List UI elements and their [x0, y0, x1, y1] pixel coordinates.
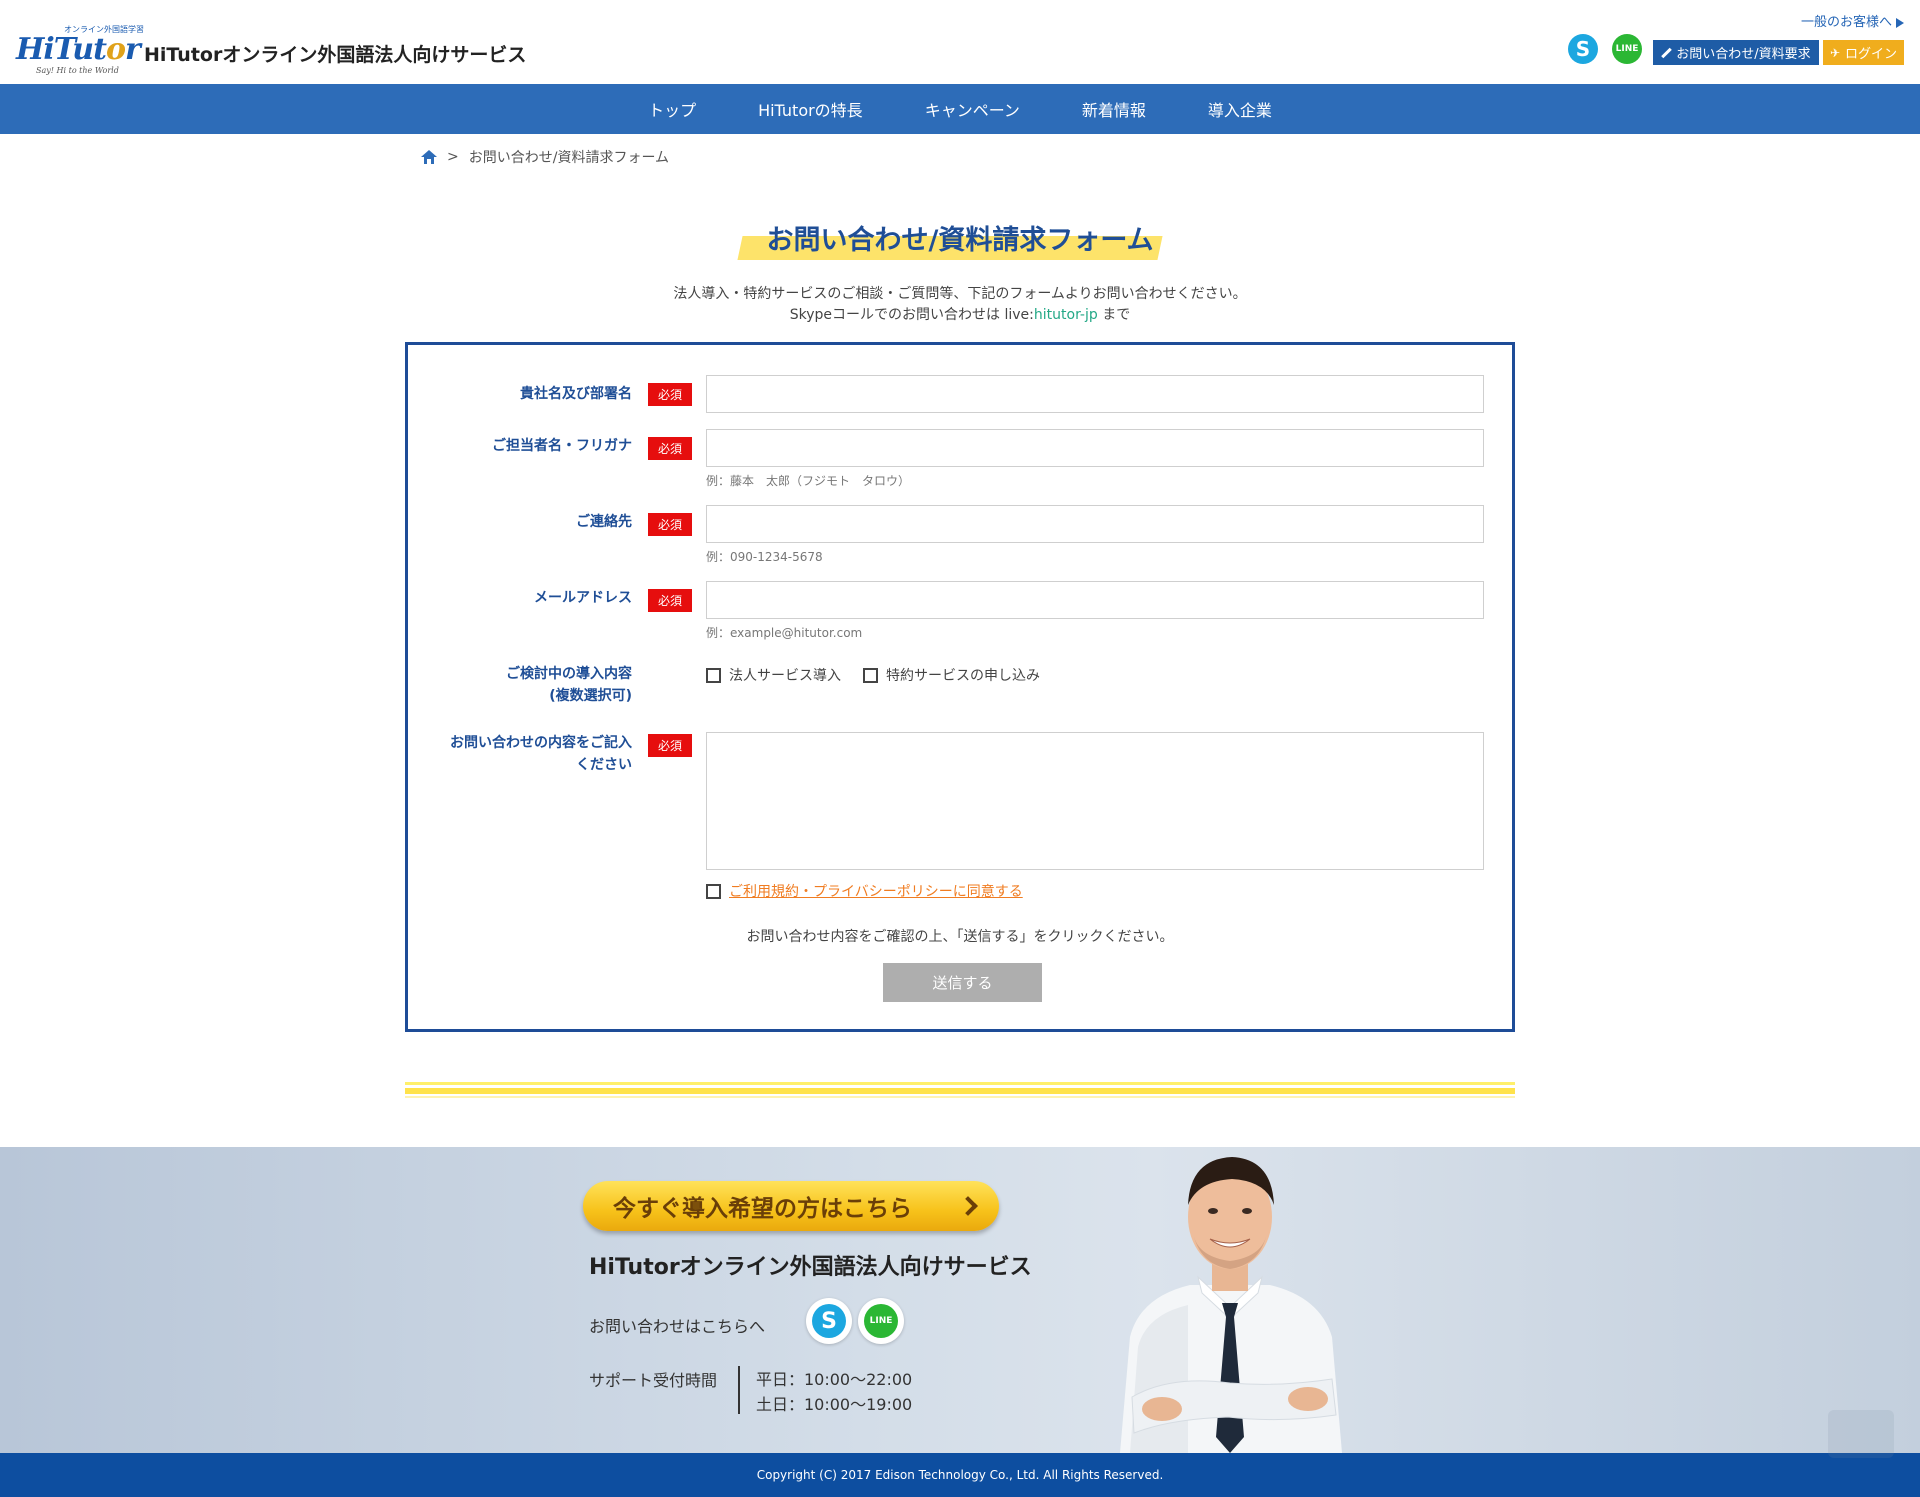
- login-button-label: ログイン: [1845, 47, 1898, 62]
- breadcrumb: > お問い合わせ/資料請求フォーム: [421, 147, 669, 167]
- home-icon[interactable]: [421, 150, 437, 164]
- contact-request-button[interactable]: お問い合わせ/資料要求: [1653, 40, 1819, 65]
- weekday-hours: 平日：10:00～22:00: [756, 1370, 913, 1389]
- nav-item-features[interactable]: HiTutorの特長: [727, 97, 894, 121]
- chevron-right-icon: [961, 1196, 975, 1214]
- page-title-area: お問い合わせ/資料請求フォーム: [0, 214, 1920, 264]
- nav-item-campaign[interactable]: キャンペーン: [894, 97, 1051, 121]
- logo-subtext: Say! Hi to the World: [36, 66, 119, 75]
- required-badge: 必須: [648, 513, 692, 536]
- corporate-checkbox[interactable]: [706, 667, 721, 683]
- site-header: オンライン外国語学習 HiTutor Say! Hi to the World …: [0, 0, 1920, 84]
- general-customer-link[interactable]: 一般のお客様へ: [1801, 11, 1904, 30]
- email-input[interactable]: [706, 581, 1484, 619]
- phone-input[interactable]: [706, 505, 1484, 543]
- scroll-to-top-button[interactable]: [1828, 1410, 1894, 1458]
- confirm-text: お問い合わせ内容をご確認の上、「送信する」をクリックください。: [746, 929, 1174, 945]
- skype-id-link[interactable]: hitutor-jp: [1034, 307, 1098, 323]
- line-icon[interactable]: LINE: [1612, 34, 1642, 64]
- company-label: 貴社名及び部署名: [520, 386, 632, 402]
- hitutor-logo[interactable]: オンライン外国語学習 HiTutor Say! Hi to the World: [14, 24, 144, 82]
- plane-icon: ✈: [1829, 45, 1841, 60]
- pencil-icon: [1661, 48, 1671, 58]
- banner-contact-text: お問い合わせはこちらへ: [589, 1317, 766, 1336]
- contact-form: 貴社名及び部署名 必須 ご担当者名・フリガナ 必須 例：藤本 太郎（フジモト タ…: [405, 342, 1515, 1032]
- submit-button[interactable]: 送信する: [883, 963, 1042, 1002]
- agree-row[interactable]: ご利用規約・プライバシーポリシーに同意する: [706, 881, 1023, 901]
- breadcrumb-separator: >: [447, 149, 459, 165]
- company-input[interactable]: [706, 375, 1484, 413]
- support-hours-label: サポート受付時間: [589, 1371, 718, 1390]
- agree-checkbox[interactable]: [706, 883, 721, 899]
- name-label: ご担当者名・フリガナ: [492, 438, 632, 454]
- apply-now-label: 今すぐ導入希望の方はこちら: [613, 1196, 912, 1222]
- lead-line-1: 法人導入・特約サービスのご相談・ご質問等、下記のフォームよりお問い合わせください…: [673, 286, 1247, 302]
- required-badge: 必須: [648, 734, 692, 757]
- copyright-text: Copyright (C) 2017 Edison Technology Co.…: [756, 1468, 1164, 1482]
- interest-label: ご検討中の導入内容 (複数選択可): [506, 666, 632, 704]
- required-badge: 必須: [648, 437, 692, 460]
- interest-options: 法人サービス導入 特約サービスの申し込み: [706, 665, 1054, 685]
- nav-item-top[interactable]: トップ: [617, 97, 727, 121]
- copyright-bar: Copyright (C) 2017 Edison Technology Co.…: [0, 1453, 1920, 1497]
- banner-title: HiTutorオンライン外国語法人向けサービス: [589, 1255, 1032, 1280]
- lead-text: 法人導入・特約サービスのご相談・ご質問等、下記のフォームよりお問い合わせください…: [0, 284, 1920, 326]
- support-hours: 平日：10:00～22:00 土日：10:00～19:00: [756, 1367, 912, 1417]
- triangle-right-icon: [1896, 17, 1904, 28]
- message-textarea[interactable]: [706, 732, 1484, 870]
- required-badge: 必須: [648, 589, 692, 612]
- breadcrumb-current: お問い合わせ/資料請求フォーム: [468, 150, 670, 166]
- support-separator: [738, 1366, 740, 1414]
- line-icon[interactable]: LINE: [858, 1298, 904, 1344]
- yellow-divider: [405, 1082, 1515, 1098]
- login-button[interactable]: ✈ ログイン: [1823, 40, 1904, 65]
- nav-item-news[interactable]: 新着情報: [1051, 97, 1177, 121]
- name-input[interactable]: [706, 429, 1484, 467]
- option-special[interactable]: 特約サービスの申し込み: [863, 665, 1040, 685]
- weekend-hours: 土日：10:00～19:00: [756, 1395, 913, 1414]
- phone-hint: 例：090-1234-5678: [706, 550, 823, 564]
- option-corporate[interactable]: 法人サービス導入: [706, 665, 841, 685]
- apply-now-button[interactable]: 今すぐ導入希望の方はこちら: [583, 1181, 999, 1231]
- logo-wordmark: HiTutor: [16, 32, 141, 67]
- contact-button-label: お問い合わせ/資料要求: [1676, 47, 1811, 62]
- special-checkbox[interactable]: [863, 667, 878, 683]
- email-label: メールアドレス: [534, 590, 632, 606]
- nav-item-companies[interactable]: 導入企業: [1177, 97, 1303, 121]
- businessman-image: [1120, 1157, 1342, 1453]
- required-badge: 必須: [648, 383, 692, 406]
- general-link-label: 一般のお客様へ: [1800, 15, 1892, 30]
- main-nav: トップ HiTutorの特長 キャンペーン 新着情報 導入企業: [0, 84, 1920, 134]
- name-hint: 例：藤本 太郎（フジモト タロウ）: [706, 474, 911, 488]
- lead-line-2: Skypeコールでのお問い合わせは live:hitutor-jp まで: [789, 307, 1131, 323]
- message-label: お問い合わせの内容をご記入 ください: [450, 735, 632, 773]
- phone-label: ご連絡先: [576, 514, 632, 530]
- page-title: お問い合わせ/資料請求フォーム: [766, 225, 1154, 256]
- special-option-label: 特約サービスの申し込み: [886, 668, 1040, 684]
- site-title: HiTutorオンライン外国語法人向けサービス: [144, 44, 527, 66]
- skype-icon[interactable]: S: [806, 1298, 852, 1344]
- skype-icon[interactable]: S: [1568, 34, 1598, 64]
- corporate-option-label: 法人サービス導入: [729, 668, 841, 684]
- email-hint: 例：example@hitutor.com: [706, 626, 863, 640]
- terms-privacy-link[interactable]: ご利用規約・プライバシーポリシーに同意する: [729, 881, 1023, 901]
- footer-banner: 今すぐ導入希望の方はこちら HiTutorオンライン外国語法人向けサービス お問…: [0, 1147, 1920, 1453]
